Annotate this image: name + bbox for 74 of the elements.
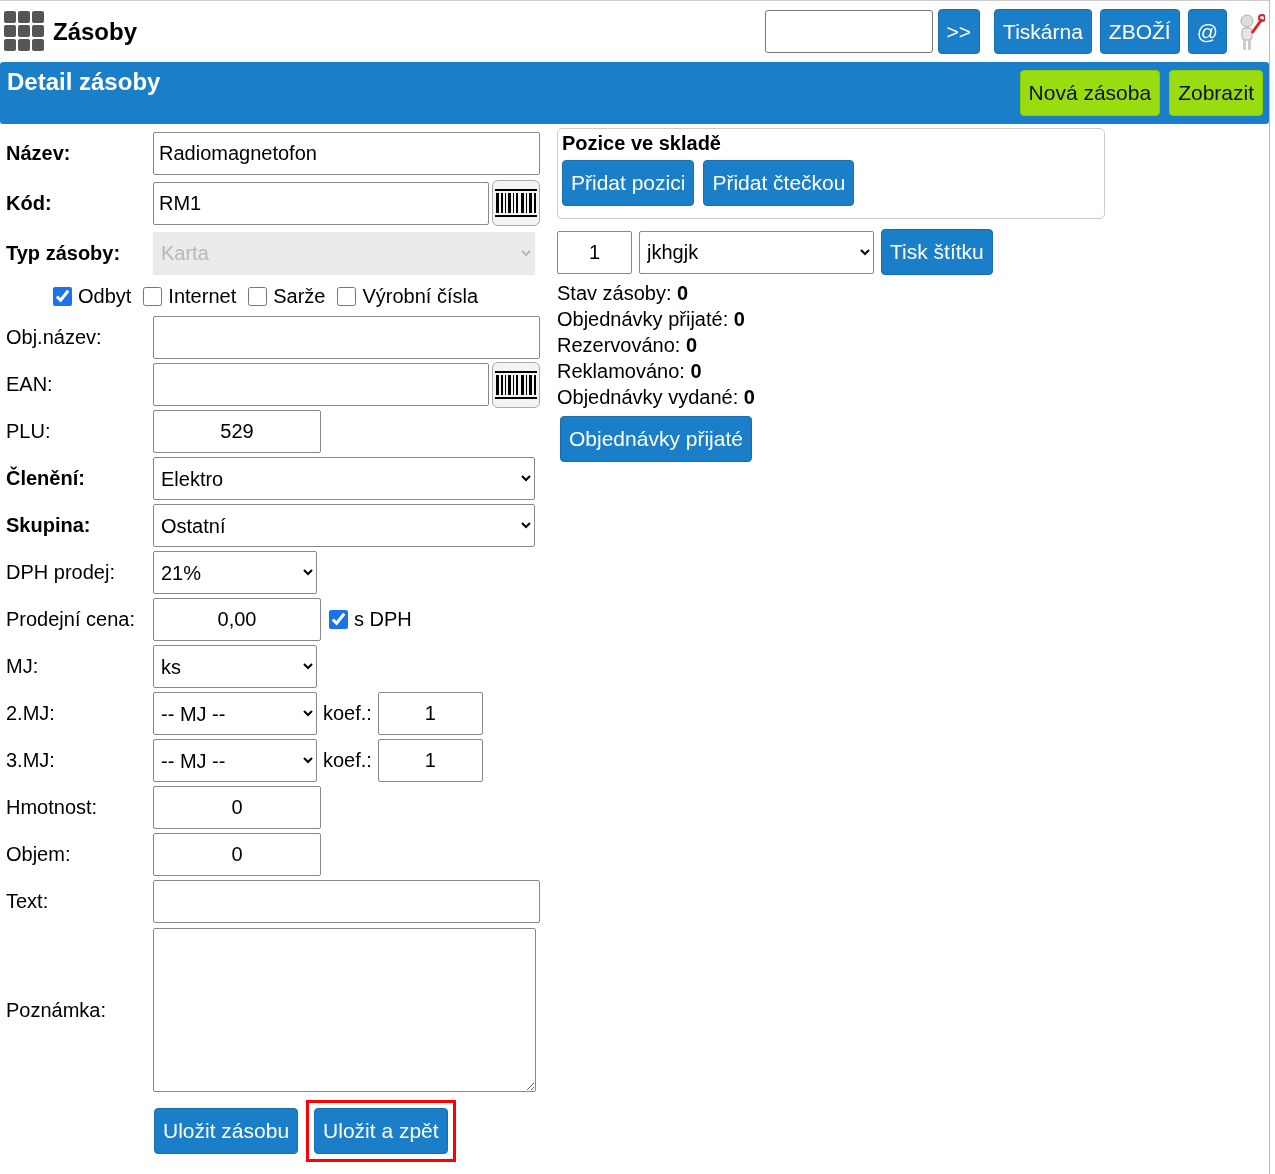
checkbox[interactable] — [143, 286, 163, 306]
text-field[interactable]: Radiomagnetofon — [153, 131, 540, 175]
stock-stat: Reklamováno: 0 — [557, 359, 703, 384]
text-field[interactable] — [153, 880, 540, 923]
text-field[interactable] — [153, 316, 540, 359]
field-label: 2.MJ: — [6, 702, 56, 725]
save-button[interactable]: Uložit zásobu — [154, 1108, 299, 1154]
field-label: Skupina: — [6, 514, 92, 537]
field-label: DPH prodej: — [6, 561, 116, 584]
action-button[interactable]: Zobrazit — [1169, 70, 1263, 116]
field-label: Typ zásoby: — [6, 241, 122, 265]
field-label: Poznámka: — [6, 998, 108, 1022]
checkbox-label: s DPH — [354, 608, 412, 631]
checkbox[interactable] — [337, 286, 357, 306]
price-field[interactable]: 0,00 — [153, 598, 321, 641]
search-field[interactable] — [764, 10, 933, 53]
field-label: Hmotnost: — [6, 796, 99, 819]
dropdown[interactable]: Ostatní — [153, 504, 535, 547]
page-title: Zásoby — [53, 17, 138, 46]
orders-button[interactable]: Objednávky přijaté — [560, 416, 752, 462]
barcode-scan-button[interactable] — [492, 361, 540, 408]
dropdown[interactable]: -- MJ -- — [153, 692, 317, 735]
dropdown[interactable]: -- MJ -- — [153, 739, 317, 782]
field-label: Název: — [6, 141, 72, 165]
checkbox-label: Internet — [168, 284, 237, 308]
grid-menu-icon[interactable] — [4, 11, 45, 52]
dropdown[interactable]: ks — [153, 645, 317, 688]
barcode-icon — [495, 189, 538, 217]
field-label: MJ: — [6, 655, 40, 678]
field-label: Členění: — [6, 467, 86, 490]
checkbox-label: Výrobní čísla — [362, 284, 479, 308]
dropdown[interactable]: 21% — [153, 551, 317, 594]
field-label: koef.: — [323, 702, 372, 725]
header-button[interactable]: Tiskárna — [994, 9, 1092, 54]
checkbox[interactable] — [53, 286, 72, 306]
add-position-button[interactable]: Přidat pozici — [562, 160, 695, 206]
stock-stat: Objednávky vydané: 0 — [557, 385, 756, 410]
field-label: Text: — [6, 890, 50, 913]
field-label: Obj.název: — [6, 326, 103, 349]
number-field[interactable]: 0 — [153, 786, 321, 829]
text-field[interactable]: RM1 — [153, 181, 490, 225]
barcode-scan-button[interactable] — [492, 180, 540, 226]
number-field[interactable]: 0 — [153, 833, 321, 876]
field-label: 3.MJ: — [6, 749, 56, 772]
field-label: koef.: — [323, 749, 372, 772]
checkbox[interactable] — [329, 610, 348, 629]
add-position-button[interactable]: Přidat čtečkou — [703, 160, 855, 206]
field-label: PLU: — [6, 420, 52, 443]
barcode-icon — [495, 370, 538, 399]
dropdown[interactable]: Elektro — [153, 457, 535, 500]
checkbox-label: Odbyt — [78, 284, 132, 308]
action-button[interactable]: Nová zásoba — [1019, 70, 1161, 116]
stock-stat: Stav zásoby: 0 — [557, 281, 690, 306]
checkbox-label: Sarže — [273, 284, 326, 308]
header-button[interactable]: @ — [1187, 9, 1227, 54]
panel-title: Pozice ve skladě — [562, 132, 722, 155]
text-field[interactable] — [153, 363, 490, 406]
number-field[interactable]: 529 — [153, 410, 321, 453]
field-label: Prodejní cena: — [6, 608, 136, 631]
quantity-field[interactable]: 1 — [557, 230, 632, 274]
print-label-button[interactable]: Tisk štítku — [881, 229, 993, 275]
header-button[interactable]: ZBOŽÍ — [1099, 9, 1180, 54]
field-label: EAN: — [6, 373, 54, 396]
stock-stat: Rezervováno: 0 — [557, 333, 699, 358]
checkbox[interactable] — [248, 286, 268, 306]
stock-stat: Objednávky přijaté: 0 — [557, 307, 746, 332]
header-button[interactable]: >> — [937, 9, 981, 54]
section-title: Detail zásoby — [7, 68, 162, 96]
number-field[interactable]: 1 — [377, 739, 483, 782]
number-field[interactable]: 1 — [377, 692, 483, 735]
field-label: Kód: — [6, 191, 53, 215]
field-label: Objem: — [6, 843, 72, 866]
label-template-dropdown[interactable]: jkhgjk — [639, 230, 874, 274]
save-button[interactable]: Uložit a zpět — [314, 1108, 448, 1154]
